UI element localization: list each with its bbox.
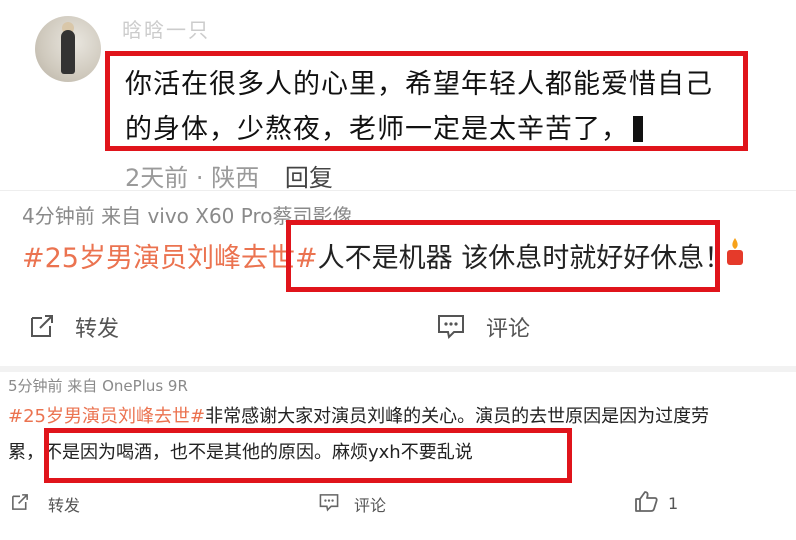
comment-text-line1: 你活在很多人的心里，希望年轻人都能爱惜自己 <box>125 69 713 100</box>
comment-text-line2: 的身体，少熬夜，老师一定是太辛苦了， <box>125 114 629 145</box>
highlight-box-3 <box>44 428 572 483</box>
repost-button-2[interactable]: 转发 <box>48 492 80 516</box>
comment-icon-2[interactable] <box>318 492 340 512</box>
repost-icon[interactable] <box>28 312 56 340</box>
comment-username[interactable]: 晗晗一只 <box>122 14 210 43</box>
repost-button[interactable]: 转发 <box>75 311 119 343</box>
comment-meta: 2天前 · 陕西 回复 <box>125 158 333 193</box>
comment-icon[interactable] <box>436 312 466 340</box>
hashtag-link-2[interactable]: #25岁男演员刘峰去世# <box>8 406 205 427</box>
comment-text: 你活在很多人的心里，希望年轻人都能爱惜自己 的身体，少熬夜，老师一定是太辛苦了， <box>125 62 745 152</box>
candle-icon <box>727 238 743 265</box>
avatar[interactable] <box>35 16 101 82</box>
reply-button[interactable]: 回复 <box>285 164 333 192</box>
repost-icon-2[interactable] <box>10 492 30 512</box>
hashtag-link[interactable]: #25岁男演员刘峰去世# <box>22 243 318 274</box>
post-meta-2: 5分钟前 来自 OnePlus 9R <box>8 377 188 395</box>
comment-button-2[interactable]: 评论 <box>354 492 386 516</box>
like-count: 1 <box>668 494 679 513</box>
comment-time: 2天前 <box>125 164 189 192</box>
highlight-box-2 <box>286 220 720 292</box>
post-text-2: #25岁男演员刘峰去世#非常感谢大家对演员刘峰的关心。演员的去世原因是因为过度劳 <box>8 402 709 428</box>
comment-location: 陕西 <box>211 164 260 192</box>
cursor-glyph <box>633 116 643 142</box>
post-body-2-line1: 非常感谢大家对演员刘峰的关心。演员的去世原因是因为过度劳 <box>205 406 710 427</box>
like-icon[interactable] <box>634 490 658 512</box>
comment-button[interactable]: 评论 <box>486 311 530 343</box>
meta-separator: · <box>195 164 204 192</box>
